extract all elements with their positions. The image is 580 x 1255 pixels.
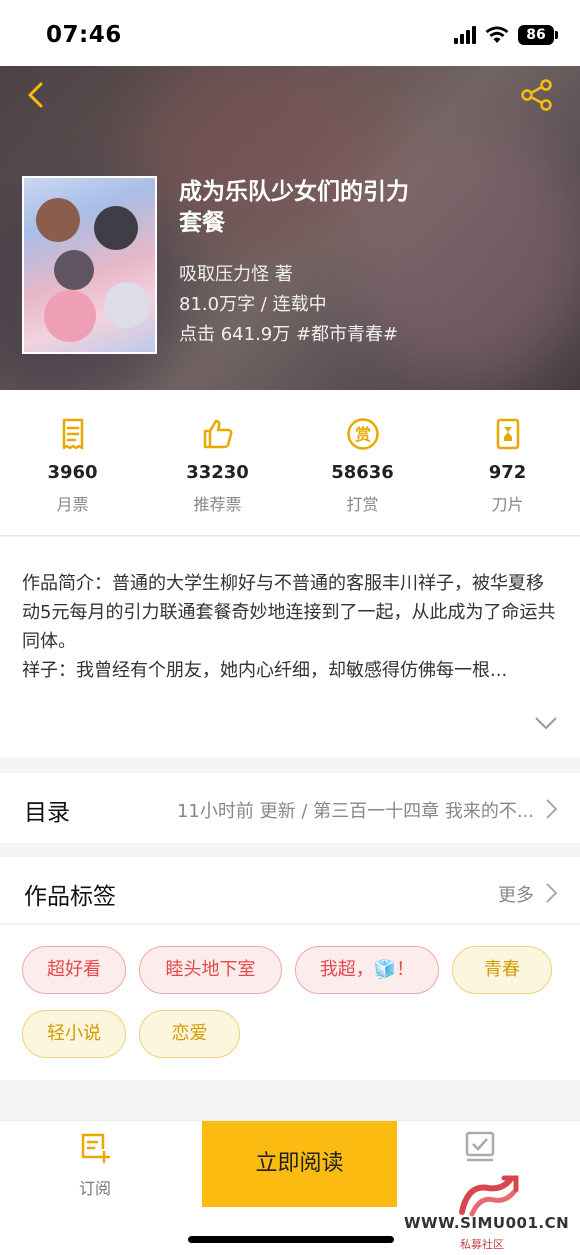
- ticket-icon: [62, 418, 83, 450]
- status-time: 07:46: [46, 22, 122, 48]
- book-detail-page: { "status": { "time": "07:46", "battery"…: [0, 0, 580, 1255]
- stat-value: 972: [488, 462, 527, 483]
- synopsis-text: 作品简介：普通的大学生柳好与不普通的客服丰川祥子，被华夏移动5元每月的引力联通套…: [22, 569, 558, 685]
- status-icons: 86: [454, 25, 558, 45]
- book-clicks-category: 点击 641.9万 #都市青春#: [179, 324, 399, 345]
- tag-chip[interactable]: 我超，🧊！: [295, 946, 439, 994]
- status-bar: 07:46 86: [0, 0, 580, 66]
- stat-label: 打赏: [346, 495, 379, 514]
- stat-label: 推荐票: [193, 495, 242, 514]
- stat-value: 33230: [186, 462, 249, 483]
- stats-bar: 3960 月票 33230 推荐票 赏 58636 打赏 972 刀片: [0, 390, 580, 536]
- tag-chip[interactable]: 超好看: [22, 946, 126, 994]
- stat-blade[interactable]: 972 刀片: [435, 390, 580, 535]
- catalog-row[interactable]: 目录 11小时前 更新 / 第三百一十四章 我来的不...: [0, 773, 580, 843]
- subscribe-label: 订阅: [78, 1179, 111, 1198]
- tag-chip[interactable]: 轻小说: [22, 1010, 126, 1058]
- book-cover-image[interactable]: [22, 176, 157, 354]
- stat-label: 月票: [56, 495, 89, 514]
- tags-section-title: 作品标签: [24, 884, 116, 910]
- home-indicator[interactable]: [188, 1236, 394, 1243]
- wifi-icon: [485, 26, 509, 43]
- latest-chapter-info: 11小时前 更新 / 第三百一十四章 我来的不...: [176, 801, 534, 822]
- stat-reward[interactable]: 赏 58636 打赏: [290, 390, 435, 535]
- read-now-button[interactable]: 立即阅读: [202, 1121, 397, 1207]
- stat-label: 刀片: [491, 495, 524, 514]
- tags-more-link[interactable]: 更多: [498, 881, 534, 907]
- cover-figure: [54, 250, 94, 290]
- chevron-right-icon: [546, 799, 558, 819]
- tag-chip[interactable]: 睦头地下室: [139, 946, 282, 994]
- back-icon[interactable]: [22, 80, 52, 110]
- tag-chip[interactable]: 青春: [452, 946, 552, 994]
- cover-figure: [44, 290, 96, 342]
- book-author[interactable]: 吸取压力怪 著: [179, 260, 293, 286]
- tags-header-row[interactable]: 作品标签 更多: [0, 857, 580, 924]
- book-header: 成为乐队少女们的引力套餐 吸取压力怪 著 81.0万字 / 连载中 点击 641…: [0, 66, 580, 390]
- subscribe-button[interactable]: 订阅: [60, 1127, 130, 1207]
- cover-figure: [104, 282, 150, 328]
- subscribe-add-icon: [81, 1133, 111, 1164]
- blade-icon: [496, 418, 519, 450]
- stat-value: 3960: [47, 462, 98, 483]
- stat-monthly-ticket[interactable]: 3960 月票: [0, 390, 145, 535]
- expand-chevron-icon[interactable]: [534, 715, 558, 731]
- tag-chip[interactable]: 恋爱: [139, 1010, 240, 1058]
- watermark-url: WWW.SIMU001.CN: [404, 1214, 570, 1232]
- reward-coin-icon: 赏: [346, 418, 379, 450]
- stat-recommend-ticket[interactable]: 33230 推荐票: [145, 390, 290, 535]
- watermark: WWW.SIMU001.CN 私募社区: [400, 1172, 580, 1252]
- book-word-count-status: 81.0万字 / 连载中: [179, 294, 327, 315]
- synopsis-paragraph: 作品简介：普通的大学生柳好与不普通的客服丰川祥子，被华夏移动5元每月的引力联通套…: [22, 573, 556, 652]
- watermark-subtitle: 私募社区: [460, 1238, 504, 1251]
- synopsis-section[interactable]: 作品简介：普通的大学生柳好与不普通的客服丰川祥子，被华夏移动5元每月的引力联通套…: [0, 537, 580, 757]
- catalog-title: 目录: [24, 800, 70, 826]
- cover-figure: [36, 198, 80, 242]
- chevron-right-icon: [546, 883, 558, 903]
- stat-value: 58636: [331, 462, 394, 483]
- watermark-logo-icon: [459, 1175, 519, 1217]
- add-to-shelf-icon[interactable]: [462, 1129, 498, 1165]
- svg-text:赏: 赏: [354, 425, 370, 444]
- share-icon[interactable]: [520, 78, 554, 112]
- book-title: 成为乐队少女们的引力套餐: [179, 179, 409, 236]
- cover-figure: [94, 206, 138, 250]
- battery-icon: 86: [518, 25, 558, 45]
- cellular-signal-icon: [454, 26, 476, 44]
- synopsis-paragraph: 祥子：我曾经有个朋友，她内心纤细，却敏感得仿佛每一根...: [22, 660, 508, 681]
- tags-list: 超好看 睦头地下室 我超，🧊！ 青春 轻小说 恋爱: [0, 925, 580, 1080]
- thumb-up-icon: [203, 419, 232, 449]
